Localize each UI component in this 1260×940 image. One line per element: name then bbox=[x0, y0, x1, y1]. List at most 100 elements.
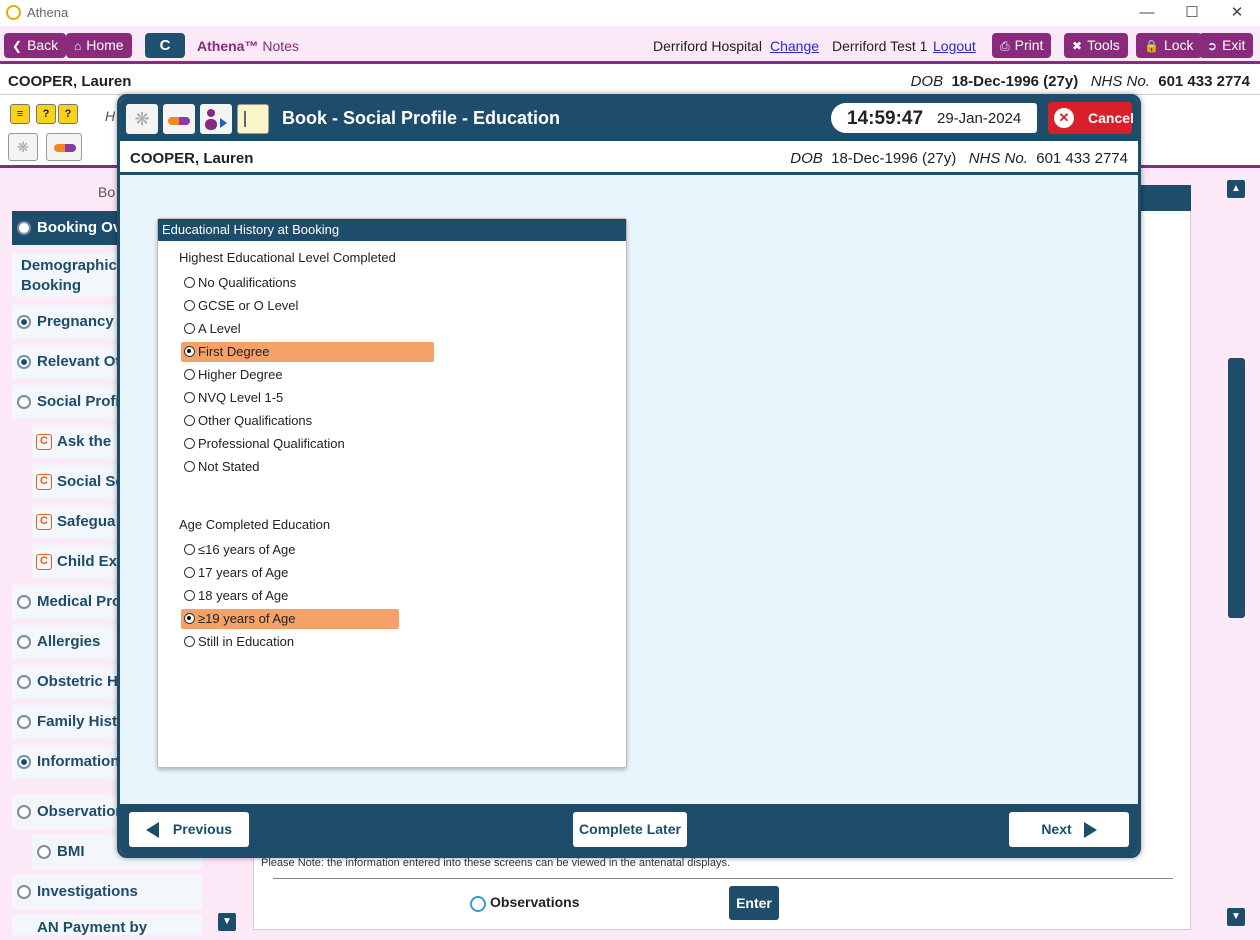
complete-later-button[interactable]: Complete Later bbox=[573, 812, 687, 847]
nav-radio bbox=[17, 715, 31, 729]
option-age-17[interactable]: 17 years of Age bbox=[181, 563, 399, 583]
education-card: Educational History at Booking Highest E… bbox=[157, 218, 627, 768]
radio-icon bbox=[184, 438, 195, 449]
window-titlebar: Athena — ☐ ✕ bbox=[0, 0, 1260, 26]
scrollbar-thumb[interactable] bbox=[1228, 358, 1245, 618]
nhs-label: NHS No. bbox=[968, 150, 1028, 167]
brand-name: Athena™ bbox=[197, 38, 259, 54]
option-professional-qualification[interactable]: Professional Qualification bbox=[181, 434, 434, 454]
patient-name: COOPER, Lauren bbox=[130, 150, 254, 167]
logout-link[interactable]: Logout bbox=[933, 38, 976, 54]
option-other-qualifications[interactable]: Other Qualifications bbox=[181, 411, 434, 431]
c-icon: C bbox=[36, 474, 52, 490]
nav-investigations[interactable]: Investigations bbox=[12, 875, 202, 909]
nav-radio bbox=[17, 315, 31, 329]
nav-radio bbox=[17, 595, 31, 609]
puzzle-icon[interactable]: ❋ bbox=[8, 133, 38, 161]
previous-button[interactable]: Previous bbox=[129, 812, 249, 847]
c-button[interactable]: C bbox=[145, 33, 185, 58]
puzzle-icon[interactable]: ❋ bbox=[126, 104, 158, 134]
option-first-degree[interactable]: First Degree bbox=[181, 342, 434, 362]
enter-button[interactable]: Enter bbox=[729, 886, 779, 920]
dialog-header: ❋ Book - Social Profile - Education 14:5… bbox=[120, 97, 1138, 141]
radio-icon bbox=[184, 415, 195, 426]
radio-icon bbox=[184, 277, 195, 288]
section-education-level: Highest Educational Level Completed bbox=[179, 250, 396, 265]
option-not-stated[interactable]: Not Stated bbox=[181, 457, 434, 477]
scroll-down-icon[interactable]: ▼ bbox=[1227, 908, 1245, 926]
notepad-icon[interactable] bbox=[237, 104, 269, 134]
nav-radio bbox=[17, 675, 31, 689]
exit-button[interactable]: ➲ Exit bbox=[1199, 33, 1254, 58]
background-toolbar: ≡ ? ? H ❋ bbox=[8, 100, 128, 161]
cancel-button[interactable]: ✕ Cancel bbox=[1048, 102, 1134, 134]
hospital-name: Derriford Hospital bbox=[653, 38, 762, 54]
option-age-16-or-under[interactable]: ≤16 years of Age bbox=[181, 540, 399, 560]
tools-button[interactable]: ✖ Tools bbox=[1064, 33, 1128, 58]
medication-icon[interactable] bbox=[163, 104, 195, 134]
nhs-value: 601 433 2774 bbox=[1036, 150, 1128, 167]
radio-icon bbox=[184, 392, 195, 403]
background-content-header bbox=[1140, 185, 1191, 211]
pill-icon[interactable] bbox=[46, 133, 82, 161]
dialog-title: Book - Social Profile - Education bbox=[282, 108, 561, 128]
option-age-18[interactable]: 18 years of Age bbox=[181, 586, 399, 606]
help-icon[interactable]: ? bbox=[36, 104, 56, 124]
arrow-left-icon bbox=[145, 822, 159, 839]
minimize-button[interactable]: — bbox=[1125, 2, 1169, 24]
notes-icon[interactable]: ≡ bbox=[10, 104, 30, 124]
home-icon: ⌂ bbox=[74, 39, 82, 53]
lock-button[interactable]: 🔒 Lock bbox=[1136, 33, 1202, 58]
window-title: Athena bbox=[27, 5, 69, 20]
option-still-in-education[interactable]: Still in Education bbox=[181, 632, 399, 652]
nav-an-payment[interactable]: AN Payment by bbox=[12, 915, 202, 935]
nav-radio bbox=[17, 805, 31, 819]
scroll-up-icon[interactable]: ▲ bbox=[1227, 180, 1245, 198]
dob-value: 18-Dec-1996 (27y) bbox=[951, 73, 1079, 90]
print-button[interactable]: ⎙ Print bbox=[992, 33, 1052, 58]
dialog-footer: Previous Complete Later Next bbox=[120, 804, 1138, 855]
maximize-button[interactable]: ☐ bbox=[1170, 2, 1214, 24]
close-icon: ✕ bbox=[1054, 108, 1074, 128]
clock-time: 14:59:47 bbox=[847, 108, 924, 129]
dialog-patient-banner: COOPER, Lauren DOB 18-Dec-1996 (27y) NHS… bbox=[120, 141, 1138, 175]
patient-banner: COOPER, Lauren DOB 18-Dec-1996 (27y) NHS… bbox=[0, 67, 1260, 95]
home-button[interactable]: ⌂ Home bbox=[66, 33, 132, 58]
nav-scroll-down-icon[interactable]: ▼ bbox=[218, 913, 236, 931]
radio-icon bbox=[184, 369, 195, 380]
nav-radio bbox=[17, 355, 31, 369]
background-note: Please Note: the information entered int… bbox=[261, 857, 731, 869]
option-nvq[interactable]: NVQ Level 1-5 bbox=[181, 388, 434, 408]
nav-radio bbox=[17, 755, 31, 769]
pregnancy-icon[interactable] bbox=[200, 104, 232, 134]
option-a-level[interactable]: A Level bbox=[181, 319, 434, 339]
option-higher-degree[interactable]: Higher Degree bbox=[181, 365, 434, 385]
clock-display: 14:59:47 29-Jan-2024 bbox=[831, 103, 1037, 133]
nav-radio bbox=[17, 395, 31, 409]
user-name: Derriford Test 1 bbox=[832, 38, 928, 54]
nav-radio bbox=[17, 885, 31, 899]
nav-radio bbox=[17, 221, 31, 235]
dob-value: 18-Dec-1996 (27y) bbox=[831, 150, 957, 167]
patient-details: DOB 18-Dec-1996 (27y) NHS No. 601 433 27… bbox=[911, 73, 1250, 90]
option-no-qualifications[interactable]: No Qualifications bbox=[181, 273, 434, 293]
observations-radio[interactable]: Observations bbox=[470, 894, 579, 912]
change-hospital-link[interactable]: Change bbox=[770, 38, 819, 54]
printer-icon: ⎙ bbox=[1000, 39, 1010, 53]
tools-icon: ✖ bbox=[1072, 39, 1083, 53]
next-button[interactable]: Next bbox=[1009, 812, 1129, 847]
nav-radio bbox=[37, 845, 51, 859]
chevron-left-icon: ❮ bbox=[12, 39, 23, 53]
option-gcse[interactable]: GCSE or O Level bbox=[181, 296, 434, 316]
option-age-19-or-over[interactable]: ≥19 years of Age bbox=[181, 609, 399, 629]
back-button[interactable]: ❮ Back bbox=[4, 33, 67, 58]
radio-icon bbox=[470, 896, 486, 912]
dob-label: DOB bbox=[910, 73, 944, 90]
radio-icon bbox=[184, 590, 195, 601]
c-icon: C bbox=[36, 434, 52, 450]
arrow-right-icon bbox=[1083, 822, 1097, 839]
close-window-button[interactable]: ✕ bbox=[1215, 2, 1259, 24]
help-alt-icon[interactable]: ? bbox=[58, 104, 78, 124]
background-tab-label: Bo bbox=[98, 184, 116, 200]
brand-suffix: Notes bbox=[262, 38, 299, 54]
